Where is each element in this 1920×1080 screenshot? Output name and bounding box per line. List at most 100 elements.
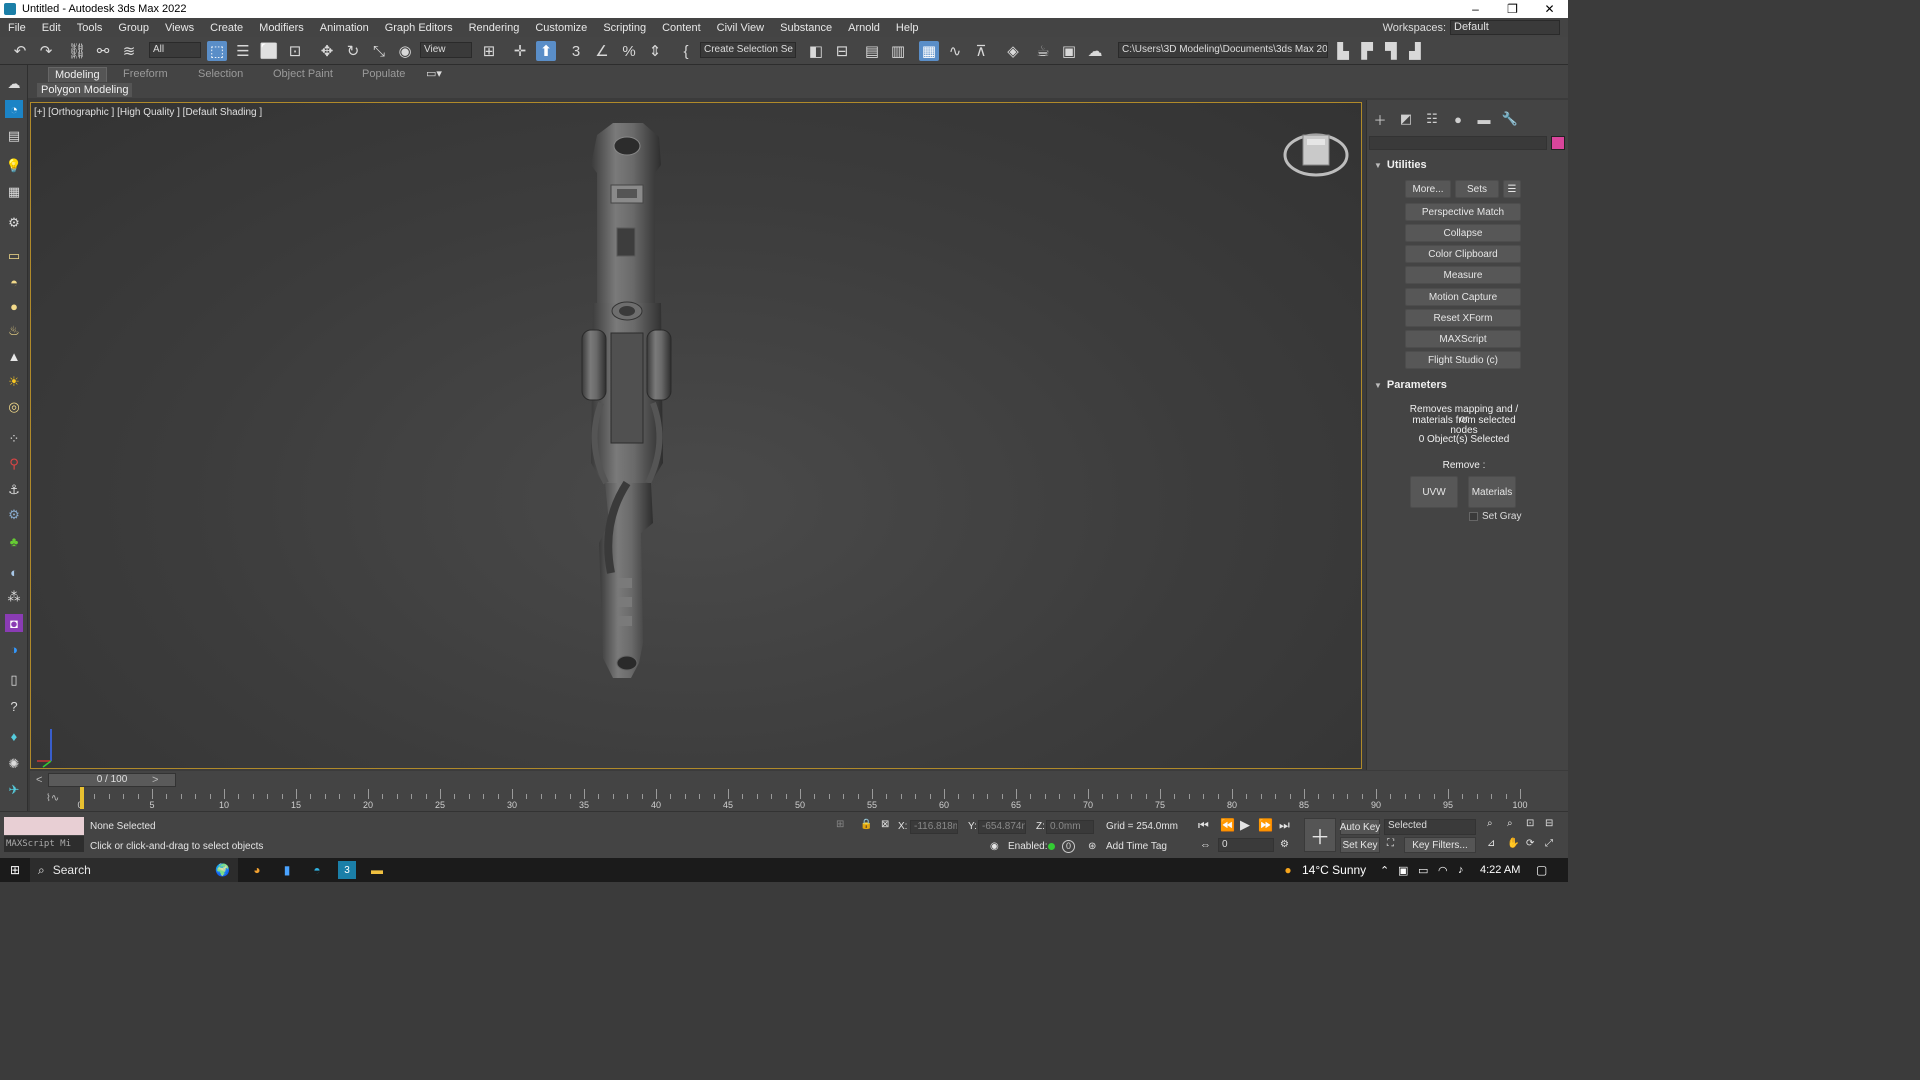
bind-spacewarp-icon[interactable]: ≋ xyxy=(119,41,139,61)
tray-chevron-icon[interactable]: ⌃ xyxy=(1380,861,1389,879)
named-selection-sets-dropdown[interactable]: Create Selection Se xyxy=(700,42,796,58)
create-project-icon[interactable]: ▜ xyxy=(1381,41,1401,61)
z-coordinate-field[interactable]: 0.0mm xyxy=(1046,820,1094,834)
menu-arnold[interactable]: Arnold xyxy=(840,22,888,34)
absolute-mode-icon[interactable]: ⊠ xyxy=(881,819,889,830)
scene-explorer-icon[interactable]: ▤ xyxy=(862,41,882,61)
gear-icon[interactable]: ⚙ xyxy=(5,506,23,524)
unlink-icon[interactable]: ⚯ xyxy=(93,41,113,61)
chart-app-icon[interactable]: ▮ xyxy=(278,861,296,879)
window-crossing-icon[interactable]: ⊡ xyxy=(285,41,305,61)
measure-button[interactable]: Measure xyxy=(1405,266,1521,284)
undo-icon[interactable]: ↶ xyxy=(10,41,30,61)
orbit-icon[interactable]: ⟳ xyxy=(1526,838,1534,849)
object-color-swatch[interactable] xyxy=(1551,136,1565,150)
render-setup-icon[interactable]: ☕ xyxy=(1033,41,1053,61)
reset-xform-button[interactable]: Reset XForm xyxy=(1405,309,1521,327)
viewport-orthographic[interactable]: [+] [Orthographic ] [High Quality ] [Def… xyxy=(30,102,1362,769)
play-icon[interactable]: ▶ xyxy=(1240,817,1250,833)
menu-create[interactable]: Create xyxy=(202,22,251,34)
adaptive-degradation-icon[interactable]: ◉ xyxy=(990,841,999,852)
material-ball-icon[interactable]: ◎ xyxy=(5,398,23,416)
hemisphere-icon[interactable]: ◓ xyxy=(5,273,23,291)
notifications-icon[interactable]: ▢ xyxy=(1536,861,1547,879)
go-to-end-icon[interactable]: ⏭ xyxy=(1279,818,1290,833)
pivot-icon[interactable]: ⚓ xyxy=(5,481,23,499)
edge-icon[interactable]: ◓ xyxy=(308,861,326,879)
layer-icon[interactable]: ▤ xyxy=(5,127,23,145)
file-explorer-icon[interactable]: ▬ xyxy=(368,861,386,879)
menu-views[interactable]: Views xyxy=(157,22,202,34)
maxscript-mini-listener[interactable]: MAXScript Mi xyxy=(4,836,84,852)
motion-capture-button[interactable]: Motion Capture xyxy=(1405,288,1521,306)
firefox-icon[interactable]: ◕ xyxy=(248,861,266,879)
scene-explorer-icon[interactable]: ◔ xyxy=(5,100,23,118)
taskbar-search[interactable]: ⌕ Search 🌍 xyxy=(30,858,238,882)
rotate-icon[interactable]: ↻ xyxy=(343,41,363,61)
render-production-icon[interactable]: ☁ xyxy=(1085,41,1105,61)
spinner-snap-icon[interactable]: ⇕ xyxy=(645,41,665,61)
auto-key-button[interactable]: Auto Key xyxy=(1340,819,1380,835)
tab-modeling[interactable]: Modeling xyxy=(48,67,107,82)
pivot-center-icon[interactable]: ⊞ xyxy=(479,41,499,61)
menu-substance[interactable]: Substance xyxy=(772,22,840,34)
tab-selection[interactable]: Selection xyxy=(192,67,249,82)
layer-explorer-icon[interactable]: ▥ xyxy=(888,41,908,61)
move-icon[interactable]: ✥ xyxy=(317,41,337,61)
scale-icon[interactable]: ⤡ xyxy=(369,41,389,61)
current-frame-marker[interactable] xyxy=(80,787,84,809)
menu-group[interactable]: Group xyxy=(110,22,157,34)
menu-help[interactable]: Help xyxy=(888,22,927,34)
next-frame-icon[interactable]: ⏩ xyxy=(1258,818,1273,832)
pan-hand-icon[interactable]: ✋ xyxy=(1507,838,1519,849)
menu-civil-view[interactable]: Civil View xyxy=(709,22,772,34)
curve-editor-icon[interactable]: ∿ xyxy=(945,41,965,61)
time-tag-icon[interactable]: ⊛ xyxy=(1088,841,1096,852)
lightbulb-icon[interactable]: ♦ xyxy=(5,727,23,745)
sets-button[interactable]: Sets xyxy=(1455,180,1499,198)
y-coordinate-field[interactable]: -654.874m xyxy=(978,820,1026,834)
light-icon[interactable]: 💡 xyxy=(5,157,23,175)
key-mode-icon[interactable]: ⇔ xyxy=(1200,839,1211,851)
color-palette-icon[interactable]: ⁂ xyxy=(5,588,23,606)
key-filters-button[interactable]: Key Filters... xyxy=(1404,837,1476,853)
zoom-all-icon[interactable]: ⌕ xyxy=(1507,818,1513,829)
weather-text[interactable]: 14°C Sunny xyxy=(1302,861,1366,879)
project-folder-icon[interactable]: ▙ xyxy=(1333,41,1353,61)
settings-gear-icon[interactable]: ✺ xyxy=(5,755,23,773)
menu-edit[interactable]: Edit xyxy=(34,22,69,34)
time-configuration-icon[interactable]: ⚙ xyxy=(1280,839,1289,850)
set-key-button[interactable]: Set Key xyxy=(1340,837,1380,853)
rendered-frame-window-icon[interactable]: ▣ xyxy=(1059,41,1079,61)
tab-populate[interactable]: Populate xyxy=(356,67,411,82)
workspaces-dropdown[interactable]: Default xyxy=(1450,20,1560,35)
object-name-field[interactable] xyxy=(1369,136,1547,150)
selection-lock-icon[interactable]: 🔒 xyxy=(860,819,872,830)
menu-modifiers[interactable]: Modifiers xyxy=(251,22,312,34)
select-by-name-icon[interactable]: ☰ xyxy=(233,41,253,61)
display-tab-icon[interactable]: ▬ xyxy=(1473,108,1495,130)
zoom-extents-all-icon[interactable]: ⊟ xyxy=(1545,818,1553,829)
menu-scripting[interactable]: Scripting xyxy=(595,22,654,34)
polygon-modeling-panel[interactable]: Polygon Modeling xyxy=(37,83,133,97)
set-gray-checkbox[interactable] xyxy=(1469,512,1478,521)
keyboard-shortcut-override-icon[interactable]: ⬆ xyxy=(536,41,556,61)
time-tag-counter-icon[interactable]: 0 xyxy=(1062,840,1075,853)
sphere-icon[interactable]: ● xyxy=(5,297,23,315)
grass-icon[interactable]: ♣ xyxy=(5,532,23,550)
menu-animation[interactable]: Animation xyxy=(312,22,377,34)
menu-customize[interactable]: Customize xyxy=(527,22,595,34)
zoom-extents-icon[interactable]: ⊡ xyxy=(1526,818,1534,829)
gun-model[interactable] xyxy=(31,103,1362,769)
collapse-button[interactable]: Collapse xyxy=(1405,224,1521,242)
frame-ruler[interactable]: 0510152025303540455055606570758085909510… xyxy=(77,787,1528,810)
next-frame-arrow-icon[interactable]: > xyxy=(152,774,158,786)
windows-start-icon[interactable]: ⊞ xyxy=(6,861,24,879)
modify-tab-icon[interactable]: ◩ xyxy=(1395,108,1417,130)
default-tangents-icon[interactable]: ⛶ xyxy=(1387,838,1394,849)
isolate-selection-icon[interactable]: ⊞ xyxy=(836,819,844,830)
utilities-tab-icon[interactable]: 🔧 xyxy=(1499,108,1521,130)
link-constraint-icon[interactable]: ⚲ xyxy=(5,455,23,473)
open-project-icon[interactable]: ▛ xyxy=(1357,41,1377,61)
tab-object-paint[interactable]: Object Paint xyxy=(267,67,339,82)
